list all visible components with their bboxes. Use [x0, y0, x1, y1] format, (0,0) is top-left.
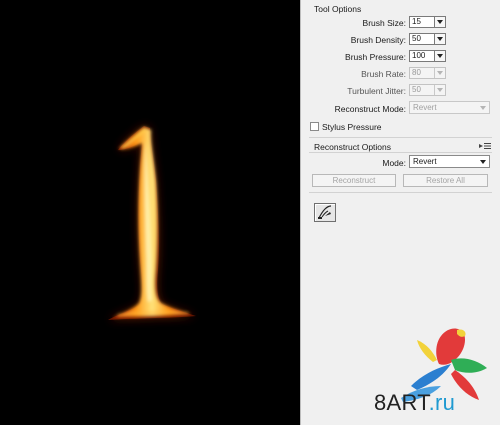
brush-density-field[interactable]: 50 [409, 33, 446, 45]
reconstruct-mode-value: Revert [413, 103, 437, 112]
watermark-text-part1: 8ART [374, 390, 429, 415]
watermark-text-part2: .ru [428, 390, 456, 415]
panel-menu-icon[interactable] [479, 142, 491, 150]
brush-pressure-value: 100 [412, 51, 426, 60]
turbulent-jitter-label: Turbulent Jitter: [347, 86, 406, 96]
turbulent-jitter-field: 50 [409, 84, 446, 96]
section-divider [309, 137, 492, 138]
mode-value: Revert [413, 157, 437, 166]
brush-density-label: Brush Density: [350, 35, 406, 45]
reconstruct-mode-select: Revert [409, 101, 490, 114]
brush-pressure-field[interactable]: 100 [409, 50, 446, 62]
chevron-down-icon [480, 106, 486, 110]
brush-pressure-label: Brush Pressure: [345, 52, 406, 62]
image-canvas[interactable] [0, 0, 300, 425]
section-divider [309, 152, 492, 153]
restore-all-button[interactable]: Restore All [403, 174, 488, 187]
reconstruct-button[interactable]: Reconstruct [312, 174, 396, 187]
watermark-text: 8ART.ru [374, 391, 455, 415]
pin-edges-tool-icon[interactable] [314, 203, 336, 222]
brush-size-value: 15 [412, 17, 421, 26]
flaming-number-one-artwork [108, 126, 196, 320]
brush-rate-label: Brush Rate: [361, 69, 406, 79]
stylus-pressure-label: Stylus Pressure [322, 122, 382, 132]
dropdown-arrow-icon[interactable] [434, 17, 445, 27]
dropdown-arrow-icon [434, 68, 445, 78]
tool-options-title: Tool Options [314, 4, 362, 14]
brush-rate-field: 80 [409, 67, 446, 79]
dropdown-arrow-icon[interactable] [434, 51, 445, 61]
brush-size-field[interactable]: 15 [409, 16, 446, 28]
dropdown-arrow-icon[interactable] [434, 34, 445, 44]
brush-density-value: 50 [412, 34, 421, 43]
stylus-pressure-checkbox[interactable] [310, 122, 319, 131]
reconstruct-options-title: Reconstruct Options [314, 142, 392, 152]
dropdown-arrow-icon [434, 85, 445, 95]
reconstruct-mode-label: Reconstruct Mode: [334, 104, 406, 114]
section-divider [309, 192, 492, 193]
brush-rate-value: 80 [412, 68, 421, 77]
mode-select[interactable]: Revert [409, 155, 490, 168]
brush-size-label: Brush Size: [362, 18, 406, 28]
chevron-down-icon[interactable] [480, 160, 486, 164]
mode-label: Mode: [382, 158, 406, 168]
turbulent-jitter-value: 50 [412, 85, 421, 94]
